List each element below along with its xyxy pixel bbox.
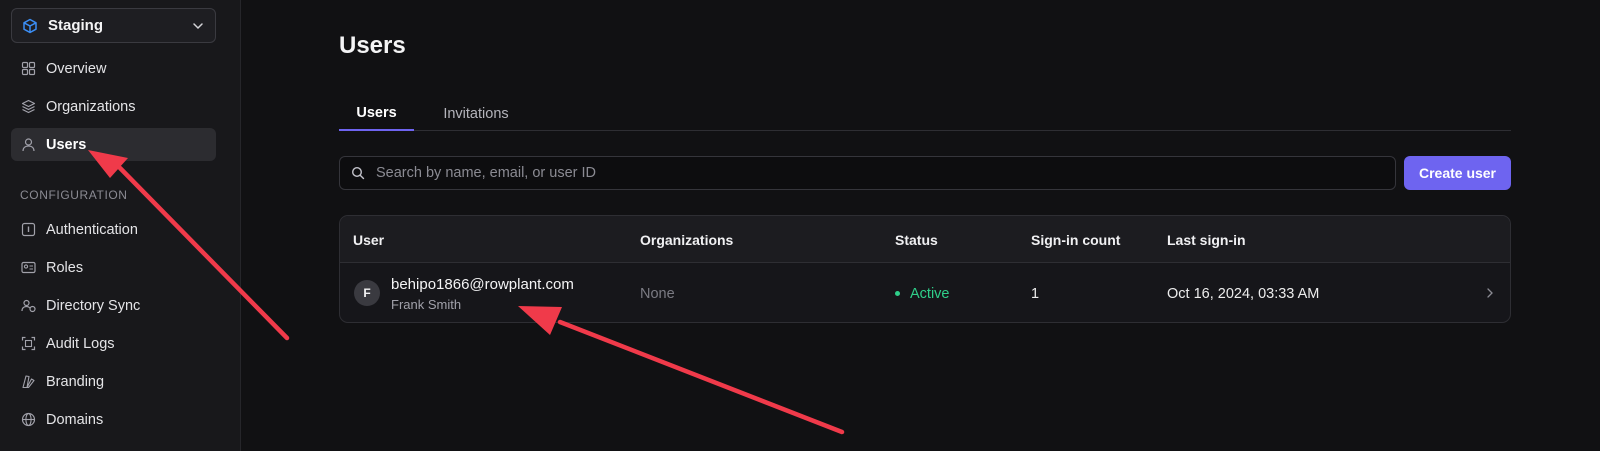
chevron-right-icon[interactable] bbox=[1484, 287, 1496, 299]
search-input[interactable] bbox=[376, 165, 1395, 181]
sidebar-item-audit-logs[interactable]: Audit Logs bbox=[11, 327, 216, 360]
sidebar-item-label: Users bbox=[46, 136, 87, 153]
layers-icon bbox=[21, 99, 36, 114]
search-box bbox=[339, 156, 1396, 190]
sidebar: Staging Overview Organizations Users CON… bbox=[0, 0, 241, 451]
avatar: F bbox=[354, 280, 380, 306]
sidebar-item-branding[interactable]: Branding bbox=[11, 365, 216, 398]
page-title: Users bbox=[339, 32, 406, 59]
sidebar-item-roles[interactable]: Roles bbox=[11, 251, 216, 284]
sidebar-item-label: Domains bbox=[46, 411, 104, 428]
sidebar-item-label: Directory Sync bbox=[46, 297, 141, 314]
tab-invitations[interactable]: Invitations bbox=[431, 96, 521, 131]
sidebar-item-label: Organizations bbox=[46, 98, 136, 115]
sidebar-item-users[interactable]: Users bbox=[11, 128, 216, 161]
column-header-last-sign-in[interactable]: Last sign-in bbox=[1167, 216, 1246, 263]
sidebar-item-domains[interactable]: Domains bbox=[11, 403, 216, 436]
globe-icon bbox=[21, 412, 36, 427]
sidebar-item-label: Overview bbox=[46, 60, 107, 77]
last-sign-in: Oct 16, 2024, 03:33 AM bbox=[1167, 285, 1320, 302]
tab-bar: Users Invitations bbox=[339, 96, 1511, 131]
sidebar-item-directory-sync[interactable]: Directory Sync bbox=[11, 289, 216, 322]
scan-icon bbox=[21, 336, 36, 351]
sidebar-item-label: Roles bbox=[46, 259, 84, 276]
cube-icon bbox=[22, 18, 38, 34]
users-sync-icon bbox=[21, 298, 36, 313]
search-icon bbox=[351, 166, 365, 180]
column-header-user[interactable]: User bbox=[353, 216, 384, 263]
id-card-icon bbox=[21, 260, 36, 275]
sidebar-item-label: Audit Logs bbox=[46, 335, 115, 352]
environment-label: Staging bbox=[48, 17, 103, 34]
status-dot-icon bbox=[895, 291, 900, 296]
sign-in-count: 1 bbox=[1031, 285, 1040, 302]
annotation-arrow-user-row bbox=[518, 306, 845, 435]
sidebar-item-label: Authentication bbox=[46, 221, 138, 238]
palette-icon bbox=[21, 374, 36, 389]
column-header-sign-in-count[interactable]: Sign-in count bbox=[1031, 216, 1120, 263]
user-icon bbox=[21, 137, 36, 152]
status-text: Active bbox=[910, 285, 950, 302]
table-row[interactable]: F behipo1866@rowplant.com Frank Smith No… bbox=[340, 263, 1510, 322]
user-email: behipo1866@rowplant.com bbox=[391, 276, 574, 293]
environment-selector[interactable]: Staging bbox=[11, 8, 216, 43]
sidebar-item-label: Branding bbox=[46, 373, 105, 390]
key-icon bbox=[21, 222, 36, 237]
user-name: Frank Smith bbox=[391, 297, 462, 312]
user-organizations: None bbox=[640, 285, 675, 302]
chevron-down-icon bbox=[191, 19, 205, 33]
tab-users[interactable]: Users bbox=[339, 96, 414, 131]
table-header: User Organizations Status Sign-in count … bbox=[340, 216, 1510, 263]
sidebar-item-authentication[interactable]: Authentication bbox=[11, 213, 216, 246]
users-table: User Organizations Status Sign-in count … bbox=[339, 215, 1511, 323]
status-badge: Active bbox=[895, 263, 950, 322]
create-user-button[interactable]: Create user bbox=[1404, 156, 1511, 190]
section-label-configuration: CONFIGURATION bbox=[20, 188, 128, 202]
column-header-organizations[interactable]: Organizations bbox=[640, 216, 733, 263]
sidebar-item-overview[interactable]: Overview bbox=[11, 52, 216, 85]
column-header-status[interactable]: Status bbox=[895, 216, 938, 263]
sidebar-item-organizations[interactable]: Organizations bbox=[11, 90, 216, 123]
grid-icon bbox=[21, 61, 36, 76]
